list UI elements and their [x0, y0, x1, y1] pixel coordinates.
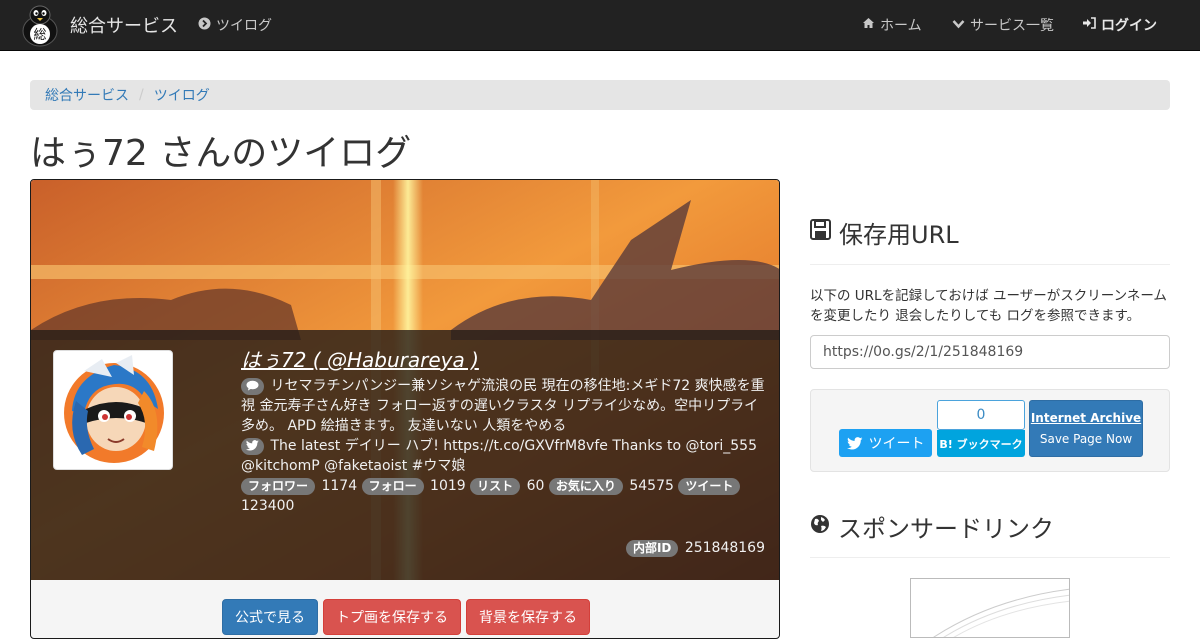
breadcrumb-tweetlog[interactable]: ツイログ — [154, 85, 210, 105]
save-url-description: 以下の URLを記録しておけば ユーザーがスクリーンネームを変更したり 退会した… — [810, 288, 1167, 324]
profile-avatar[interactable] — [53, 350, 173, 470]
nav-services-label: サービス一覧 — [970, 18, 1054, 34]
nav-services[interactable]: サービス一覧 — [952, 0, 1054, 50]
internal-id-value: 251848169 — [684, 540, 765, 556]
sponsored-ad-image[interactable] — [910, 578, 1070, 638]
stat-following-value: 1019 — [430, 478, 466, 494]
breadcrumb: 総合サービス / ツイログ — [30, 80, 1170, 110]
profile-bio-text: リセマラチンパンジー兼ソシャゲ流浪の民 現在の移住地:メギド72 爽快感を重視 … — [241, 378, 765, 434]
stat-tweets-value: 123400 — [241, 498, 295, 514]
profile-stats: フォロワー 1174 フォロー 1019 リスト 60 お気に入り 54575 … — [241, 476, 771, 516]
profile-display-name[interactable]: はぅ72 ( @Haburareya ) — [241, 350, 771, 370]
profile-info: はぅ72 ( @Haburareya ) リセマラチンパンジー兼ソシャゲ流浪の民… — [241, 350, 771, 516]
internal-id: 内部ID 251848169 — [625, 540, 765, 557]
save-url-heading: 保存用URL — [810, 215, 959, 250]
internet-archive-subtitle: Save Page Now — [1039, 432, 1133, 446]
stat-favorites-label: お気に入り — [548, 478, 623, 495]
penguin-logo-icon: 総 — [20, 3, 60, 47]
tweet-button[interactable]: ツイート — [839, 429, 932, 457]
page-title: はぅ72 さんのツイログ — [30, 133, 412, 174]
brand-link[interactable]: 総 総合サービス — [20, 2, 178, 48]
internet-archive-button[interactable]: Internet Archive Save Page Now — [1029, 400, 1143, 457]
home-icon — [862, 17, 875, 33]
stat-followers-label: フォロワー — [241, 478, 316, 495]
stat-lists-label: リスト — [470, 478, 521, 495]
share-panel: ツイート 0 B! ブックマーク Internet Archive Save P… — [810, 389, 1170, 472]
internet-archive-title: Internet Archive — [1030, 411, 1142, 425]
nav-home-label: ホーム — [880, 18, 922, 34]
stat-tweets-label: ツイート — [678, 478, 741, 495]
tweet-button-label: ツイート — [868, 436, 925, 452]
stat-favorites-value: 54575 — [629, 478, 674, 494]
save-url-heading-text: 保存用URL — [839, 221, 959, 249]
hatena-bookmark-count: 0 — [937, 400, 1025, 430]
globe-icon — [810, 514, 830, 540]
nav-login-label: ログイン — [1101, 18, 1157, 34]
internal-id-label: 内部ID — [625, 540, 679, 557]
brand-text: 総合サービス — [70, 16, 178, 37]
nav-tweetlog-label: ツイログ — [216, 18, 272, 34]
profile-actions: 公式で見る トプ画を保存する 背景を保存する — [31, 580, 779, 638]
breadcrumb-home[interactable]: 総合サービス — [45, 85, 129, 105]
breadcrumb-separator: / — [139, 87, 144, 103]
chevron-circle-right-icon — [198, 17, 211, 34]
chevron-down-icon — [952, 18, 965, 33]
profile-latest-tweet-text: The latest デイリー ハブ! https://t.co/GXVfrM8… — [241, 438, 757, 474]
nav-home[interactable]: ホーム — [862, 0, 922, 50]
save-url-input[interactable] — [810, 335, 1170, 369]
profile-latest-tweet: The latest デイリー ハブ! https://t.co/GXVfrM8… — [241, 436, 771, 476]
sponsored-heading-text: スポンサードリンク — [838, 515, 1054, 543]
divider — [810, 264, 1170, 265]
nav-login[interactable]: ログイン — [1082, 0, 1157, 50]
profile-bio: リセマラチンパンジー兼ソシャゲ流浪の民 現在の移住地:メギド72 爽快感を重視 … — [241, 376, 771, 436]
top-navbar: 総 総合サービス ツイログ ホーム サービス一覧 ログイン — [0, 0, 1200, 51]
stat-following-label: フォロー — [361, 478, 424, 495]
sign-in-icon — [1082, 17, 1096, 33]
stat-lists-value: 60 — [526, 478, 545, 494]
floppy-disk-icon — [810, 219, 831, 246]
twitter-icon — [241, 438, 264, 455]
divider — [810, 557, 1170, 558]
sponsored-heading: スポンサードリンク — [810, 509, 1054, 544]
hatena-bookmark-button[interactable]: B! ブックマーク — [937, 430, 1025, 457]
nav-tweetlog[interactable]: ツイログ — [198, 0, 272, 50]
stat-followers-value: 1174 — [321, 478, 358, 494]
logo-char: 総 — [33, 28, 46, 43]
profile-card: はぅ72 ( @Haburareya ) リセマラチンパンジー兼ソシャゲ流浪の民… — [30, 179, 780, 639]
comment-icon — [241, 378, 264, 395]
twitter-bird-icon — [846, 436, 863, 450]
